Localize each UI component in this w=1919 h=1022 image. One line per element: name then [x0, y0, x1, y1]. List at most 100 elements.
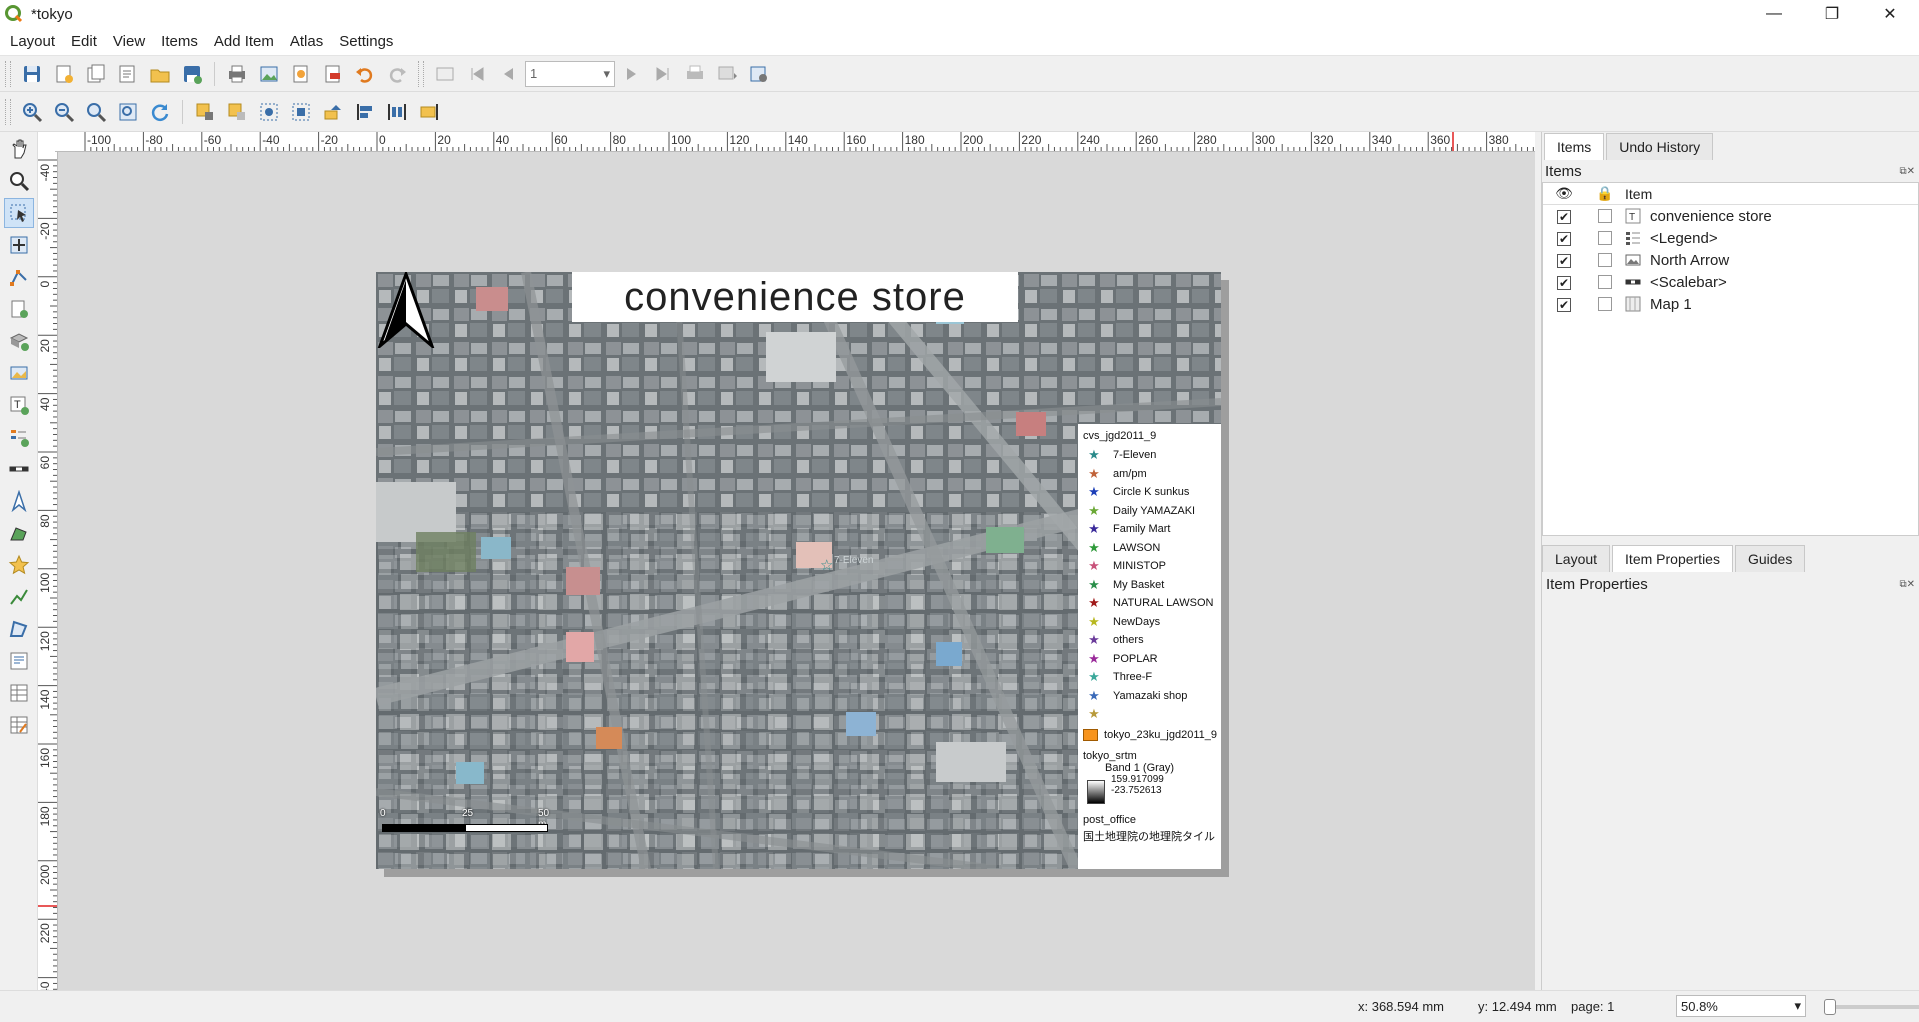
add-north-arrow-icon[interactable] — [4, 486, 34, 516]
menu-layout[interactable]: Layout — [4, 33, 61, 50]
export-svg-icon[interactable] — [286, 59, 316, 89]
visibility-checkbox[interactable]: ✔ — [1557, 253, 1571, 268]
lock-checkbox[interactable] — [1598, 275, 1612, 289]
refresh-icon[interactable] — [145, 97, 175, 127]
items-row[interactable]: ✔ North Arrow — [1543, 249, 1918, 271]
add-page-icon[interactable] — [4, 294, 34, 324]
zoom-slider[interactable] — [1820, 999, 1919, 1015]
add-marker-icon[interactable] — [4, 550, 34, 580]
lock-items-icon[interactable] — [190, 97, 220, 127]
raise-items-icon[interactable] — [318, 97, 348, 127]
tab-items[interactable]: Items — [1544, 133, 1605, 160]
add-html-icon[interactable] — [4, 646, 34, 676]
next-feature-icon[interactable] — [616, 59, 646, 89]
panel-float-close-icon[interactable]: ⧉✕ — [1899, 166, 1915, 177]
items-row[interactable]: ✔ Tconvenience store — [1543, 205, 1918, 227]
layout-page[interactable]: ☆ 7-Eleven convenience store 0 25 50 m c… — [376, 272, 1221, 869]
unlock-items-icon[interactable] — [222, 97, 252, 127]
menu-view[interactable]: View — [107, 33, 151, 50]
items-row[interactable]: ✔ Map 1 — [1543, 293, 1918, 315]
move-content-icon[interactable] — [4, 230, 34, 260]
atlas-preview-icon[interactable] — [430, 59, 460, 89]
item-column-header[interactable]: Item — [1625, 186, 1652, 202]
zoom-full-icon[interactable] — [113, 97, 143, 127]
lock-checkbox[interactable] — [1598, 297, 1612, 311]
visibility-checkbox[interactable]: ✔ — [1557, 209, 1571, 224]
align-left-icon[interactable] — [350, 97, 380, 127]
toolbar-handle[interactable] — [5, 98, 11, 125]
minimize-button[interactable]: — — [1745, 0, 1803, 28]
visibility-checkbox[interactable]: ✔ — [1557, 297, 1571, 312]
distribute-icon[interactable] — [382, 97, 412, 127]
visibility-eye-icon[interactable]: 👁 — [1543, 185, 1585, 202]
tab-guides[interactable]: Guides — [1734, 545, 1806, 572]
menu-atlas[interactable]: Atlas — [284, 33, 329, 50]
export-atlas-icon[interactable] — [712, 59, 742, 89]
save-template-icon[interactable] — [177, 59, 207, 89]
chevron-down-icon[interactable]: ▾ — [603, 66, 610, 82]
maximize-button[interactable]: ❐ — [1803, 0, 1861, 28]
redo-icon[interactable] — [382, 59, 412, 89]
tab-layout[interactable]: Layout — [1542, 545, 1611, 572]
items-row[interactable]: ✔ <Legend> — [1543, 227, 1918, 249]
print-atlas-icon[interactable] — [680, 59, 710, 89]
chevron-down-icon[interactable]: ▾ — [1794, 998, 1801, 1014]
layout-title-label[interactable]: convenience store — [572, 272, 1018, 322]
pan-icon[interactable] — [4, 134, 34, 164]
lock-checkbox[interactable] — [1598, 209, 1612, 223]
zoom-out-icon[interactable] — [49, 97, 79, 127]
previous-feature-icon[interactable] — [494, 59, 524, 89]
add-legend-icon[interactable] — [4, 422, 34, 452]
scalebar[interactable]: 0 25 50 m — [380, 808, 550, 838]
add-map-icon[interactable] — [4, 358, 34, 388]
select-tool-icon[interactable] — [4, 198, 34, 228]
layout-manager-icon[interactable] — [113, 59, 143, 89]
lock-checkbox[interactable] — [1598, 253, 1612, 267]
panel-float-close-icon[interactable]: ⧉✕ — [1899, 579, 1915, 590]
legend[interactable]: cvs_jgd2011_9 ★ 7-Eleven ★ am/pm ★ Circle K s… — [1078, 424, 1221, 869]
tab-undo-history[interactable]: Undo History — [1606, 133, 1714, 160]
visibility-checkbox[interactable]: ✔ — [1557, 231, 1571, 246]
lock-checkbox[interactable] — [1598, 231, 1612, 245]
atlas-settings-icon[interactable] — [744, 59, 774, 89]
last-feature-icon[interactable] — [648, 59, 678, 89]
menu-add-item[interactable]: Add Item — [208, 33, 280, 50]
zoom-tool-icon[interactable] — [4, 166, 34, 196]
zoom-actual-icon[interactable] — [81, 97, 111, 127]
group-items-icon[interactable] — [254, 97, 284, 127]
north-arrow-icon[interactable] — [376, 272, 436, 348]
zoom-in-icon[interactable] — [17, 97, 47, 127]
menu-items[interactable]: Items — [155, 33, 204, 50]
add-polyline-icon[interactable] — [4, 582, 34, 612]
visibility-checkbox[interactable]: ✔ — [1557, 275, 1571, 290]
layout-canvas[interactable]: ☆ 7-Eleven convenience store 0 25 50 m c… — [58, 152, 1535, 990]
first-feature-icon[interactable] — [462, 59, 492, 89]
duplicate-layout-icon[interactable] — [81, 59, 111, 89]
add-label-icon[interactable]: T — [4, 390, 34, 420]
print-icon[interactable] — [222, 59, 252, 89]
undo-icon[interactable] — [350, 59, 380, 89]
menu-settings[interactable]: Settings — [333, 33, 399, 50]
atlas-page-spinner[interactable]: 1 ▾ — [525, 60, 615, 87]
horizontal-ruler[interactable]: -100 -80 -60 -40 -20 0 20 40 60 80 100 120 140 160 180… — [55, 132, 1535, 152]
resize-icon[interactable] — [414, 97, 444, 127]
menu-edit[interactable]: Edit — [65, 33, 103, 50]
add-attribute-table-icon[interactable] — [4, 678, 34, 708]
tab-item-properties[interactable]: Item Properties — [1612, 545, 1733, 572]
open-template-icon[interactable] — [145, 59, 175, 89]
add-polygon-icon[interactable] — [4, 614, 34, 644]
items-tree[interactable]: 👁 🔒 Item ✔ Tconvenience store ✔ <Legend> ✔ No… — [1542, 182, 1919, 536]
toolbar-handle[interactable] — [418, 60, 424, 87]
zoom-select[interactable]: 50.8% ▾ — [1676, 995, 1806, 1017]
add-shape-icon[interactable] — [4, 518, 34, 548]
toolbar-handle[interactable] — [5, 60, 11, 87]
items-row[interactable]: ✔ <Scalebar> — [1543, 271, 1918, 293]
save-icon[interactable] — [17, 59, 47, 89]
edit-nodes-icon[interactable] — [4, 262, 34, 292]
add-scalebar-icon[interactable] — [4, 454, 34, 484]
vertical-ruler[interactable]: -40 -20 0 20 40 60 80 100 120 140 160 180 200 220 240 — [38, 152, 58, 990]
add-fixed-table-icon[interactable] — [4, 710, 34, 740]
add-3d-map-icon[interactable] — [4, 326, 34, 356]
close-button[interactable]: ✕ — [1861, 0, 1919, 28]
new-layout-icon[interactable] — [49, 59, 79, 89]
